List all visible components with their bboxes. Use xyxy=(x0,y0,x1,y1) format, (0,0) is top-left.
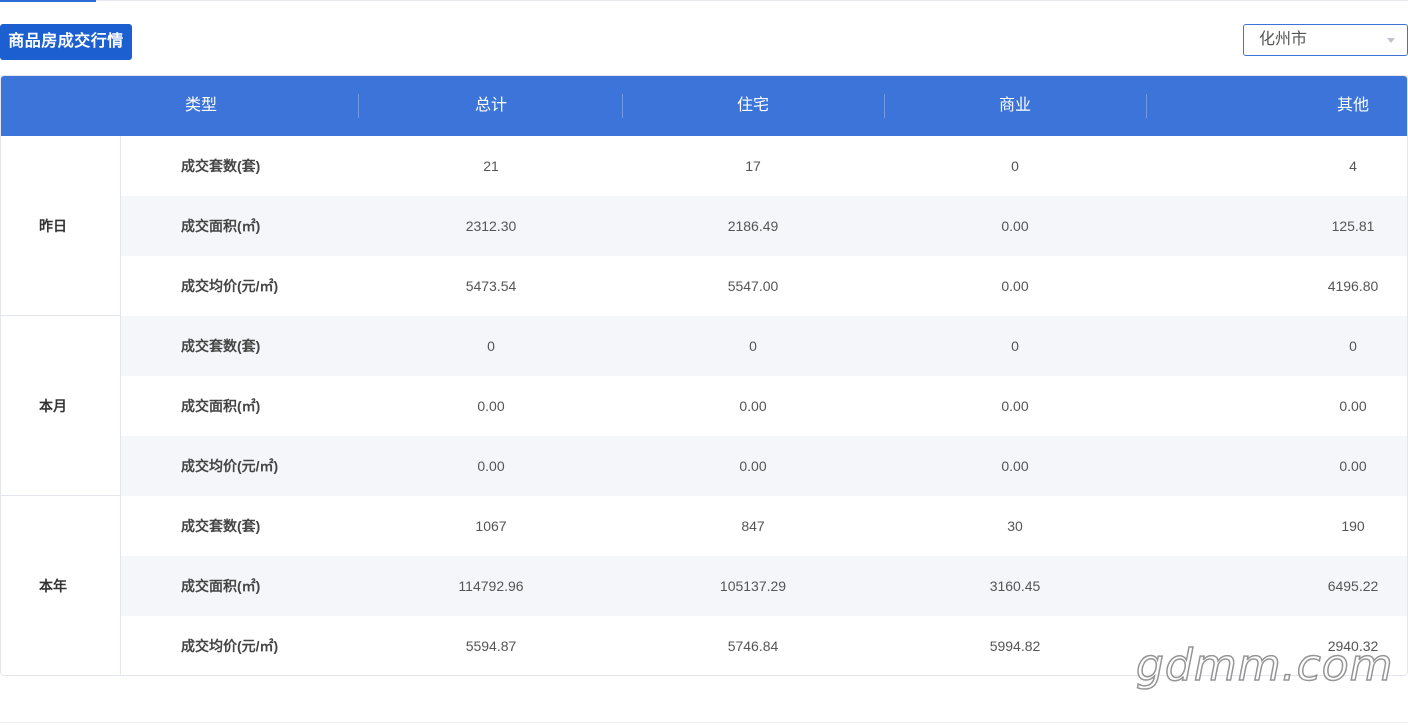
cell-total: 5473.54 xyxy=(465,278,517,294)
header-separator xyxy=(358,94,359,118)
header-other: 其他 xyxy=(1336,97,1369,114)
cell-commercial: 0.00 xyxy=(1001,278,1029,294)
cell-total: 114792.96 xyxy=(458,578,524,594)
row-label: 成交套数(套) xyxy=(181,518,261,534)
header-residential: 住宅 xyxy=(736,97,769,114)
title-button[interactable]: 商品房成交行情 xyxy=(0,24,132,60)
bottom-divider xyxy=(0,722,1408,723)
cell-total: 2312.30 xyxy=(465,218,517,234)
cell-other: 125.81 xyxy=(1331,218,1375,234)
cell-total: 0 xyxy=(487,338,495,354)
row-label: 成交面积(㎡) xyxy=(181,218,261,234)
cell-residential: 2186.49 xyxy=(727,218,779,234)
table-row: 成交均价(元/㎡) 5473.54 5547.00 0.00 4196.80 xyxy=(121,256,1407,316)
header-commercial: 商业 xyxy=(998,97,1031,114)
chevron-down-icon xyxy=(1387,38,1395,43)
cell-other: 0 xyxy=(1349,338,1357,354)
city-select[interactable]: 化州市 xyxy=(1243,24,1408,56)
cell-residential: 0 xyxy=(749,338,757,354)
cell-other: 0.00 xyxy=(1339,458,1367,474)
table-header: 类型 总计 住宅 商业 其他 xyxy=(1,76,1407,136)
cell-commercial: 0.00 xyxy=(1001,218,1029,234)
header-separator xyxy=(884,94,885,118)
cell-other: 6495.22 xyxy=(1327,578,1379,594)
watermark: gdmm.com xyxy=(1135,639,1394,692)
group-this-year: 本年 xyxy=(1,496,121,675)
row-label: 成交面积(㎡) xyxy=(181,398,261,414)
cell-commercial: 0.00 xyxy=(1001,398,1029,414)
header-total: 总计 xyxy=(474,97,507,114)
group-label: 本年 xyxy=(39,578,67,594)
cell-other: 4 xyxy=(1349,158,1357,174)
header-separator xyxy=(1146,94,1147,118)
table-row: 成交面积(㎡) 2312.30 2186.49 0.00 125.81 xyxy=(121,196,1407,256)
cell-commercial: 30 xyxy=(1007,518,1023,534)
group-label: 本月 xyxy=(39,398,67,414)
cell-commercial: 0.00 xyxy=(1001,458,1029,474)
cell-total: 0.00 xyxy=(477,398,505,414)
group-yesterday: 昨日 xyxy=(1,136,121,316)
cell-other: 190 xyxy=(1341,518,1365,534)
header-type: 类型 xyxy=(184,97,217,114)
table-row: 成交套数(套) 0 0 0 0 xyxy=(121,316,1407,376)
cell-total: 21 xyxy=(483,158,499,174)
cell-commercial: 0 xyxy=(1011,158,1019,174)
cell-residential: 5547.00 xyxy=(727,278,779,294)
table-row: 成交套数(套) 1067 847 30 190 xyxy=(121,496,1407,556)
row-label: 成交均价(元/㎡) xyxy=(181,458,279,474)
cell-residential: 0.00 xyxy=(739,458,767,474)
cell-total: 1067 xyxy=(475,518,507,534)
cell-residential: 17 xyxy=(745,158,761,174)
cell-commercial: 5994.82 xyxy=(989,638,1041,654)
header-separator xyxy=(622,94,623,118)
cell-other: 4196.80 xyxy=(1327,278,1379,294)
active-tab-indicator xyxy=(0,0,96,2)
row-label: 成交均价(元/㎡) xyxy=(181,278,279,294)
cell-commercial: 0 xyxy=(1011,338,1019,354)
table-row: 成交套数(套) 21 17 0 4 xyxy=(121,136,1407,196)
group-label: 昨日 xyxy=(39,218,67,234)
cell-residential: 5746.84 xyxy=(727,638,779,654)
cell-total: 5594.87 xyxy=(465,638,517,654)
row-label: 成交均价(元/㎡) xyxy=(181,638,279,654)
table-row: 成交面积(㎡) 0.00 0.00 0.00 0.00 xyxy=(121,376,1407,436)
cell-residential: 105137.29 xyxy=(719,578,787,594)
row-label: 成交套数(套) xyxy=(181,158,261,174)
cell-residential: 847 xyxy=(741,518,765,534)
table-row: 成交面积(㎡) 114792.96 105137.29 3160.45 6495… xyxy=(121,556,1407,616)
cell-other: 0.00 xyxy=(1339,398,1367,414)
top-divider xyxy=(0,0,1408,1)
row-label: 成交套数(套) xyxy=(181,338,261,354)
city-select-value: 化州市 xyxy=(1259,31,1308,48)
cell-residential: 0.00 xyxy=(739,398,767,414)
cell-total: 0.00 xyxy=(477,458,505,474)
cell-commercial: 3160.45 xyxy=(989,578,1041,594)
row-label: 成交面积(㎡) xyxy=(181,578,261,594)
table-row: 成交均价(元/㎡) 0.00 0.00 0.00 0.00 xyxy=(121,436,1407,496)
group-this-month: 本月 xyxy=(1,316,121,496)
transaction-table: 类型 总计 住宅 商业 其他 昨日 成交套数(套) 21 17 0 4 成交面积… xyxy=(0,75,1408,676)
